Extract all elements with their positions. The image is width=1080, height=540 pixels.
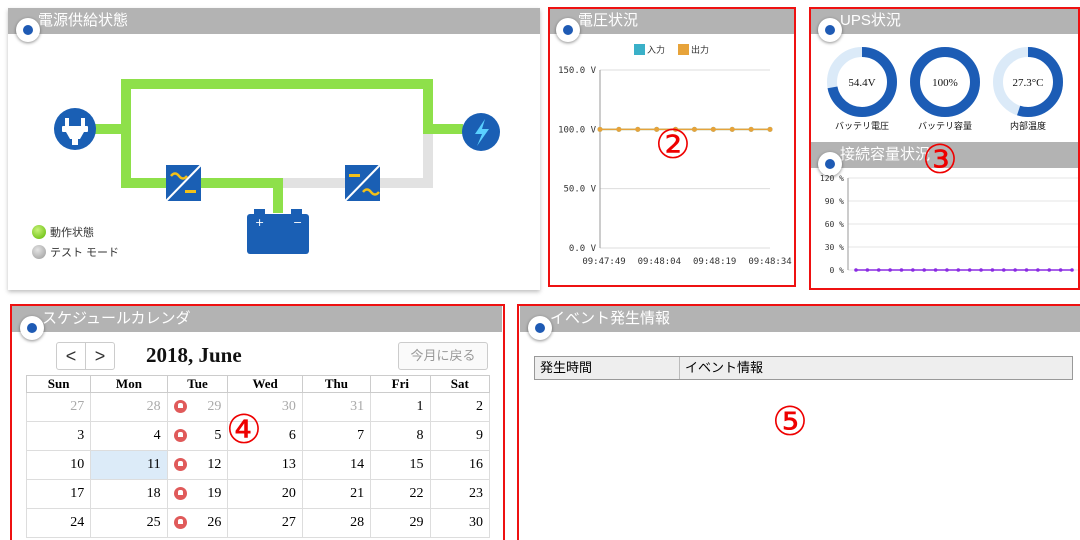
svg-text:−: − [293,216,302,229]
inverter-icon [344,164,381,202]
callout-5: ⑤ [772,399,808,445]
legend-item-active: 動作状態 [32,222,119,242]
callout-3: ③ [922,137,958,183]
legend-label-test: テスト モード [50,247,120,259]
output-power-icon [462,113,500,151]
battery-icon: + − [247,209,309,254]
legend-item-test: テスト モード [32,242,119,262]
svg-text:+: + [255,216,264,229]
callout-4: ④ [226,407,262,453]
legend-label-active: 動作状態 [50,227,94,239]
active-indicator-icon [32,225,46,239]
power-plug-icon [54,108,96,150]
rectifier-icon [165,164,202,202]
callout-2: ② [655,122,691,168]
status-legend: 動作状態 テスト モード [32,222,119,262]
power-supply-panel: 電源供給状態 + − 動作状態 テスト モード [8,8,540,290]
test-indicator-icon [32,245,46,259]
